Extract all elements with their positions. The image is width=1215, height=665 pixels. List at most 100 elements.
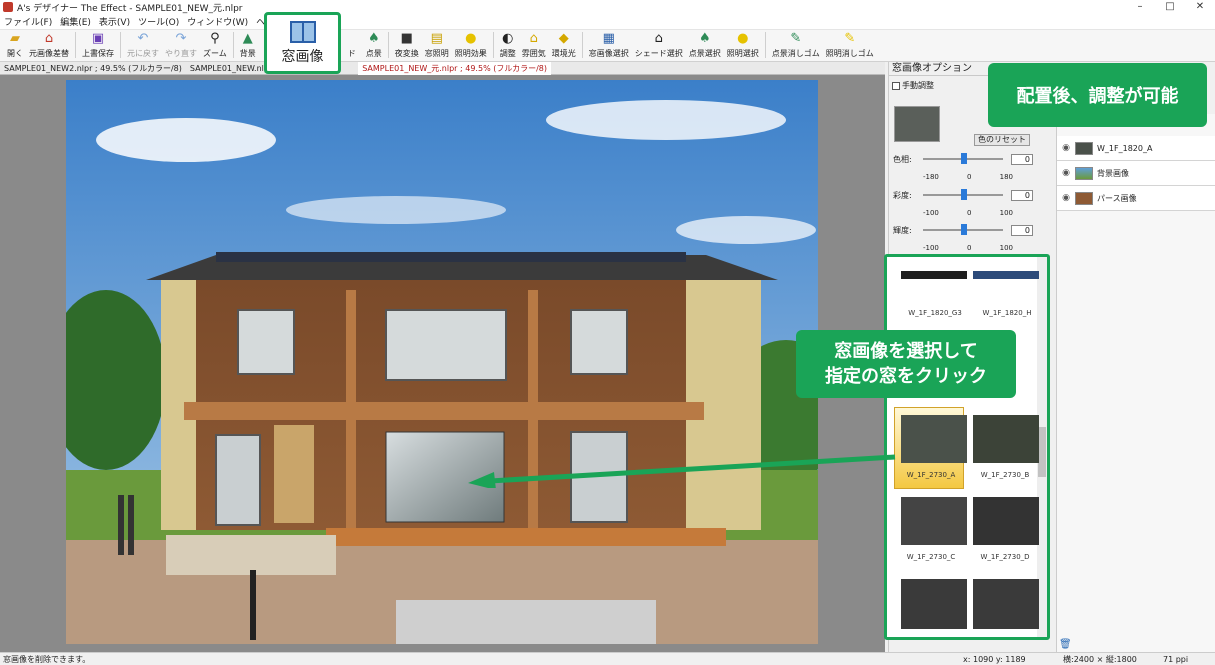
hue-slider[interactable] — [923, 153, 1003, 164]
zoom-button[interactable]: ⚲ ズーム — [200, 30, 230, 59]
eye-icon[interactable]: ◉ — [1057, 168, 1075, 178]
adjust-button[interactable]: ◐ 調整 — [497, 30, 519, 59]
brightness-slider[interactable] — [923, 224, 1003, 235]
undo-icon: ↶ — [137, 31, 149, 46]
background-button[interactable]: ▲ 背景 — [237, 30, 259, 59]
thumbnail-w-1f-2730-a[interactable] — [901, 415, 967, 463]
replace-image-icon: ⌂ — [44, 31, 54, 46]
status-ppi: 71 ppi — [1163, 654, 1189, 664]
hue-slider-group: 色相: 0 -180 0 180 — [893, 153, 1033, 181]
saturation-range: -100 0 100 — [923, 209, 1013, 217]
eye-icon[interactable]: ◉ — [1057, 143, 1075, 153]
scenery-eraser-icon: ✎ — [790, 31, 802, 46]
thumbnail-w-1f-1820-h[interactable] — [973, 271, 1039, 279]
scenery-eraser-button[interactable]: ✎ 点景消しゴム — [769, 30, 823, 59]
menu-window[interactable]: ウィンドウ(W) — [183, 15, 252, 28]
layer-row[interactable]: ◉ パース画像 — [1057, 186, 1215, 211]
window-select-button[interactable]: ▦ 窓画像選択 — [586, 30, 632, 59]
menu-file[interactable]: ファイル(F) — [0, 15, 56, 28]
house-rendering[interactable] — [66, 80, 818, 644]
save-button[interactable]: ▣ 上書保存 — [79, 30, 117, 59]
close-button[interactable]: ✕ — [1185, 0, 1215, 14]
toolbar-divider — [75, 32, 76, 58]
ambient-button[interactable]: ◆ 環境光 — [549, 30, 579, 59]
tab-sample01-new-original[interactable]: SAMPLE01_NEW_元.nlpr ; 49.5% (フルカラー/8) — [358, 61, 551, 75]
light-eraser-button[interactable]: ✎ 照明消しゴム — [823, 30, 877, 59]
trash-icon[interactable]: 🗑 — [1059, 639, 1072, 650]
thumbnail-label: W_1F_2730_A — [906, 471, 956, 479]
layer-label: パース画像 — [1097, 193, 1137, 203]
atmosphere-button[interactable]: ⌂ 雰囲気 — [519, 30, 549, 59]
scenery-select-icon: ♠ — [698, 31, 711, 46]
brightness-value[interactable]: 0 — [1011, 225, 1033, 236]
open-button[interactable]: ▰ 開く — [4, 30, 26, 59]
thumbnail-next-right[interactable] — [973, 579, 1039, 629]
title-bar: A's デザイナー The Effect - SAMPLE01_NEW_元.nl… — [0, 0, 1215, 14]
saturation-slider[interactable] — [923, 189, 1003, 200]
redo-icon: ↷ — [175, 31, 187, 46]
adjust-icon: ◐ — [502, 31, 514, 46]
scenery-button[interactable]: ♠ 点景 — [363, 30, 385, 59]
layer-row[interactable]: ◉ W_1F_1820_A — [1057, 136, 1215, 161]
status-message: 窓画像を削除できます。 — [3, 654, 91, 664]
hue-value[interactable]: 0 — [1011, 154, 1033, 165]
toolbar-divider — [581, 32, 583, 58]
thumbnail-w-1f-2730-d[interactable] — [973, 497, 1039, 545]
manual-adjust-checkbox[interactable] — [892, 81, 900, 90]
layer-thumbnail — [1075, 166, 1093, 180]
background-icon: ▲ — [242, 31, 253, 46]
undo-button[interactable]: ↶ 元に戻す — [124, 30, 162, 59]
hue-label: 色相: — [893, 155, 912, 164]
light-eraser-icon: ✎ — [844, 31, 856, 46]
toolbar-divider — [120, 32, 121, 58]
thumbnail-w-1f-2730-c[interactable] — [901, 497, 967, 545]
light-effect-icon: ● — [465, 31, 477, 46]
status-bar: 窓画像を削除できます。 x: 1090 y: 1189 横:2400 × 縦:1… — [0, 652, 1215, 665]
menu-tools[interactable]: ツール(O) — [134, 15, 183, 28]
light-select-button[interactable]: ● 照明選択 — [724, 30, 762, 59]
thumbnail-label: W_1F_2730_C — [906, 553, 956, 561]
callout-text: 窓画像を選択して 指定の窓をクリック — [825, 340, 987, 387]
shade-button[interactable]: ド — [341, 30, 363, 59]
menu-view[interactable]: 表示(V) — [95, 15, 134, 28]
eye-icon[interactable]: ◉ — [1057, 193, 1075, 203]
window-image-tool-highlight[interactable]: 窓画像 — [264, 12, 341, 74]
ambient-icon: ◆ — [558, 31, 569, 46]
callout-adjust-after-placement: 配置後、調整が可能 — [988, 63, 1207, 127]
shade-select-icon: ⌂ — [654, 31, 663, 46]
document-tabs: SAMPLE01_NEW2.nlpr ; 49.5% (フルカラー/8) SAM… — [0, 61, 885, 75]
thumbnail-w-1f-1820-g3[interactable] — [901, 271, 967, 279]
minimize-button[interactable]: – — [1125, 0, 1155, 14]
layers-footer: 🗑 — [1059, 639, 1072, 650]
thumbnail-label: W_1F_2730_B — [980, 471, 1030, 479]
light-effect-button[interactable]: ● 照明効果 — [452, 30, 490, 59]
scenery-select-button[interactable]: ♠ 点景選択 — [686, 30, 724, 59]
window-thumbnail-list[interactable]: W_1F_1820_G3 W_1F_1820_H W_1F_2730_A W_1… — [884, 254, 1050, 640]
callout-arrow — [468, 454, 896, 488]
thumbnail-label: W_1F_2730_D — [980, 553, 1030, 561]
window-light-icon: ▤ — [430, 31, 443, 46]
brightness-slider-group: 輝度: 0 -100 0 100 — [893, 224, 1033, 252]
layer-thumbnail — [1075, 191, 1093, 205]
saturation-value[interactable]: 0 — [1011, 190, 1033, 201]
tab-sample01-new2[interactable]: SAMPLE01_NEW2.nlpr ; 49.5% (フルカラー/8) — [0, 63, 186, 74]
layer-row[interactable]: ◉ 背景画像 — [1057, 161, 1215, 186]
window-light-button[interactable]: ▤ 窓照明 — [422, 30, 452, 59]
save-icon: ▣ — [91, 31, 105, 46]
status-image-size: 横:2400 × 縦:1800 — [1063, 654, 1137, 664]
scenery-icon: ♠ — [367, 31, 380, 46]
thumbnail-next-left[interactable] — [901, 579, 967, 629]
canvas-area[interactable] — [0, 75, 885, 652]
thumbnail-w-1f-2730-b[interactable] — [973, 415, 1039, 463]
shade-select-button[interactable]: ⌂ シェード選択 — [632, 30, 686, 59]
preview-thumbnail — [894, 106, 940, 142]
layer-thumbnail — [1075, 141, 1093, 155]
maximize-button[interactable]: □ — [1155, 0, 1185, 14]
replace-image-button[interactable]: ⌂ 元画像差替 — [26, 30, 72, 59]
redo-button[interactable]: ↷ やり直す — [162, 30, 200, 59]
menu-edit[interactable]: 編集(E) — [56, 15, 95, 28]
night-button[interactable]: ■ 夜変換 — [392, 30, 422, 59]
window-title: A's デザイナー The Effect - SAMPLE01_NEW_元.nl… — [17, 3, 243, 14]
reset-color-button[interactable]: 色のリセット — [974, 134, 1030, 146]
thumbnail-label: W_1F_1820_G3 — [908, 309, 962, 317]
